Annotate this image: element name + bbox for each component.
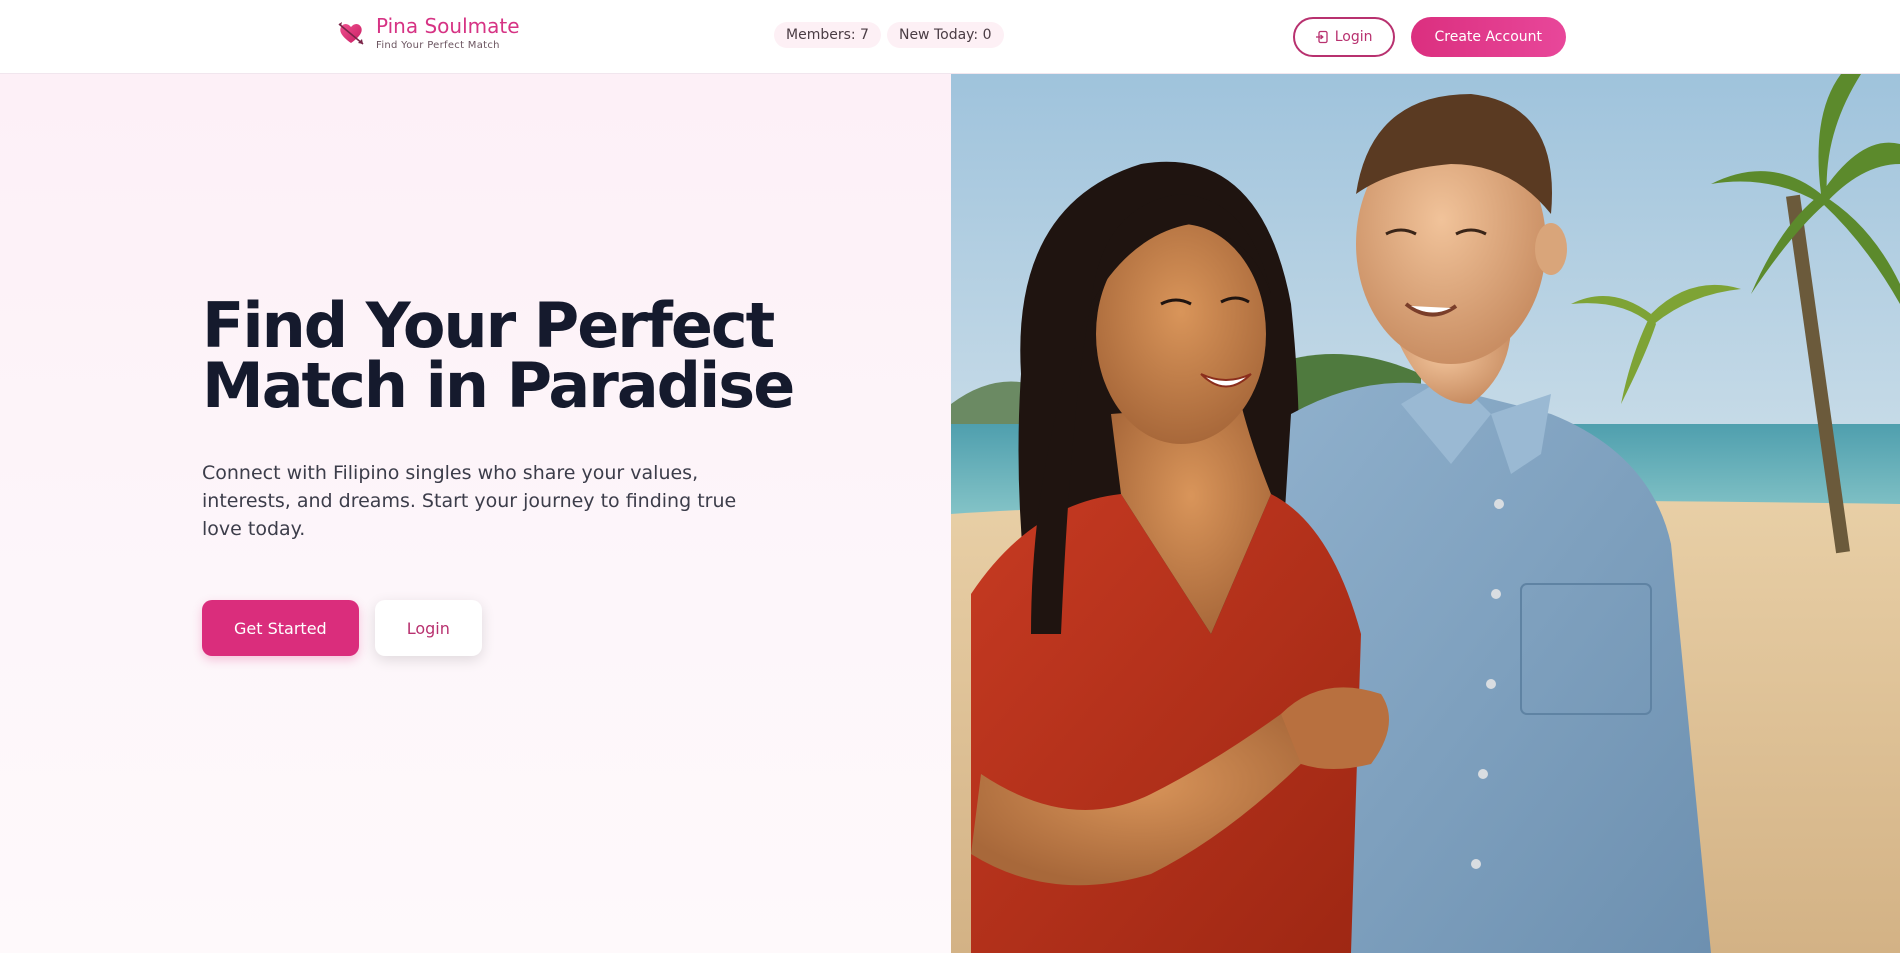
header-login-label: Login xyxy=(1334,29,1373,45)
heart-arrow-icon xyxy=(338,21,364,45)
brand-name: Pina Soulmate xyxy=(376,14,520,38)
new-today-badge: New Today: 0 xyxy=(886,22,1004,48)
hero-section: Find Your Perfect Match in Paradise Conn… xyxy=(0,74,951,953)
hero-title: Find Your Perfect Match in Paradise xyxy=(202,295,802,417)
hero-title-line2: Match in Paradise xyxy=(202,349,795,422)
header-login-button[interactable]: Login xyxy=(1292,17,1395,57)
login-icon xyxy=(1315,30,1328,44)
brand-logo[interactable]: Pina Soulmate Find Your Perfect Match xyxy=(336,14,520,51)
get-started-button[interactable]: Get Started xyxy=(202,600,359,656)
brand-tagline: Find Your Perfect Match xyxy=(376,40,500,51)
hero-subtitle: Connect with Filipino singles who share … xyxy=(202,462,737,540)
hero-couple-image xyxy=(951,74,1900,953)
site-header: Pina Soulmate Find Your Perfect Match Me… xyxy=(0,0,1900,74)
hero-actions: Get Started Login xyxy=(202,600,482,656)
hero-login-button[interactable]: Login xyxy=(374,600,482,656)
create-account-button[interactable]: Create Account xyxy=(1410,17,1566,57)
members-count-badge: Members: 7 xyxy=(774,22,881,48)
auth-actions: Login Create Account xyxy=(1292,17,1566,57)
member-stats: Members: 7 New Today: 0 xyxy=(774,22,1004,48)
